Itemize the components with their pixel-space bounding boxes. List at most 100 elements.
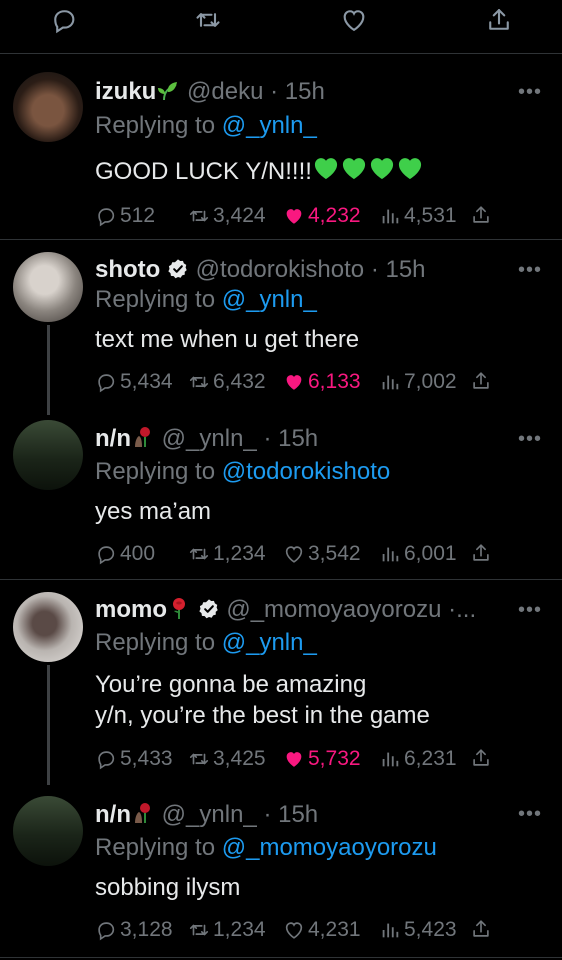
handle[interactable]: @todorokishoto (196, 256, 364, 283)
replying-to: Replying to @_ynln_ (95, 628, 317, 658)
share-button[interactable] (470, 747, 492, 769)
tweet-header: n/n @_ynln_ · 15h (95, 800, 318, 830)
tweet-izuku[interactable]: izuku @deku · 15h ••• Replying to @_ynln… (0, 54, 562, 240)
like-button[interactable]: 4,231 (283, 918, 361, 942)
tweet-actions: 400 1,234 3,542 6,001 (95, 542, 495, 570)
handle[interactable]: @_ynln_ (162, 425, 257, 452)
avatar[interactable] (13, 592, 83, 662)
views-button[interactable]: 6,001 (379, 542, 457, 566)
like-button[interactable]: 4,232 (283, 204, 361, 228)
views-icon (379, 205, 401, 227)
display-name[interactable]: momo (95, 596, 167, 623)
timestamp[interactable]: · 15h (263, 425, 318, 452)
reply-icon[interactable] (50, 6, 78, 34)
tweet-actions: 5,433 3,425 5,732 6,231 (95, 747, 495, 775)
tweet-nn-reply-2[interactable]: n/n @_ynln_ · 15h ••• Replying to @_momo… (0, 782, 562, 958)
replying-to: Replying to @todorokishoto (95, 457, 390, 487)
tweet-actions: 512 3,424 4,232 4,531 (95, 204, 495, 232)
thread-line (47, 665, 50, 785)
replying-to: Replying to @_ynln_ (95, 111, 317, 141)
share-button[interactable] (470, 370, 492, 392)
reply-button[interactable]: 400 (95, 542, 155, 566)
retweet-icon (188, 205, 210, 227)
share-button[interactable] (470, 204, 492, 226)
tweet-momo[interactable]: momo @_momoyaoyorozu ·... ••• Replying t… (0, 580, 562, 785)
share-icon[interactable] (485, 6, 513, 34)
display-name[interactable]: izuku (95, 78, 156, 105)
verified-badge-icon (198, 598, 220, 620)
reply-count: 512 (120, 204, 156, 227)
timestamp[interactable]: · 15h (263, 801, 318, 828)
share-icon (470, 747, 492, 769)
views-button[interactable]: 7,002 (379, 370, 457, 394)
retweet-count: 6,432 (213, 370, 266, 393)
green-hearts-emoji (312, 158, 424, 185)
like-count: 4,231 (308, 918, 361, 941)
reply-button[interactable]: 512 (95, 204, 155, 228)
avatar[interactable] (13, 420, 83, 490)
avatar[interactable] (13, 72, 83, 142)
reply-count: 5,434 (120, 370, 173, 393)
replying-to-label: Replying to (95, 458, 222, 485)
reply-button[interactable]: 5,434 (95, 370, 173, 394)
timestamp[interactable]: · 15h (270, 78, 325, 105)
more-options-icon[interactable]: ••• (518, 260, 542, 280)
display-name[interactable]: shoto (95, 256, 160, 283)
mention-link[interactable]: @todorokishoto (222, 458, 390, 485)
retweet-count: 3,425 (213, 747, 266, 770)
mention-link[interactable]: @_ynln_ (222, 286, 317, 313)
display-name[interactable]: n/n (95, 801, 131, 828)
mention-link[interactable]: @_ynln_ (222, 112, 317, 139)
more-options-icon[interactable]: ••• (518, 429, 542, 449)
retweet-icon[interactable] (194, 6, 222, 34)
share-button[interactable] (470, 918, 492, 940)
like-button[interactable]: 3,542 (283, 542, 361, 566)
views-button[interactable]: 5,423 (379, 918, 457, 942)
retweet-count: 1,234 (213, 918, 266, 941)
retweet-button[interactable]: 1,234 (188, 542, 266, 566)
handle[interactable]: @deku (187, 78, 263, 105)
share-button[interactable] (470, 542, 492, 564)
mention-link[interactable]: @_ynln_ (222, 629, 317, 656)
views-button[interactable]: 6,231 (379, 747, 457, 771)
retweet-count: 1,234 (213, 542, 266, 565)
tweet-text: sobbing ilysm (95, 874, 241, 901)
more-options-icon[interactable]: ••• (518, 600, 542, 620)
reply-button[interactable]: 3,128 (95, 918, 173, 942)
handle[interactable]: @_ynln_ (162, 801, 257, 828)
view-count: 6,231 (404, 747, 457, 770)
reply-button[interactable]: 5,433 (95, 747, 173, 771)
tweet-text: GOOD LUCK Y/N!!!! (95, 154, 424, 187)
like-button[interactable]: 5,732 (283, 747, 361, 771)
views-button[interactable]: 4,531 (379, 204, 457, 228)
like-count: 4,232 (308, 204, 361, 227)
retweet-button[interactable]: 3,424 (188, 204, 266, 228)
replying-to-label: Replying to (95, 834, 222, 861)
like-count: 6,133 (308, 370, 361, 393)
timestamp[interactable]: · 15h (371, 256, 426, 283)
like-icon-filled (283, 205, 305, 227)
more-options-icon[interactable]: ••• (518, 82, 542, 102)
share-icon (470, 204, 492, 226)
retweet-button[interactable]: 6,432 (188, 370, 266, 394)
share-icon (470, 918, 492, 940)
retweet-button[interactable]: 1,234 (188, 918, 266, 942)
reply-icon (95, 371, 117, 393)
retweet-button[interactable]: 3,425 (188, 747, 266, 771)
more-options-icon[interactable]: ••• (518, 804, 542, 824)
like-icon[interactable] (340, 6, 368, 34)
avatar[interactable] (13, 252, 83, 322)
reply-count: 3,128 (120, 918, 173, 941)
share-icon (470, 542, 492, 564)
retweet-count: 3,424 (213, 204, 266, 227)
reply-icon (95, 205, 117, 227)
tweet-shoto[interactable]: shoto @todorokishoto · 15h ••• Replying … (0, 240, 562, 415)
mention-link[interactable]: @_momoyaoyorozu (222, 834, 437, 861)
display-name[interactable]: n/n (95, 425, 131, 452)
like-button[interactable]: 6,133 (283, 370, 361, 394)
handle[interactable]: @_momoyaoyorozu ·... (226, 596, 476, 623)
avatar[interactable] (13, 796, 83, 866)
tweet-text: text me when u get there (95, 326, 360, 353)
tweet-nn-reply[interactable]: n/n @_ynln_ · 15h ••• Replying to @todor… (0, 410, 562, 580)
views-icon (379, 543, 401, 565)
